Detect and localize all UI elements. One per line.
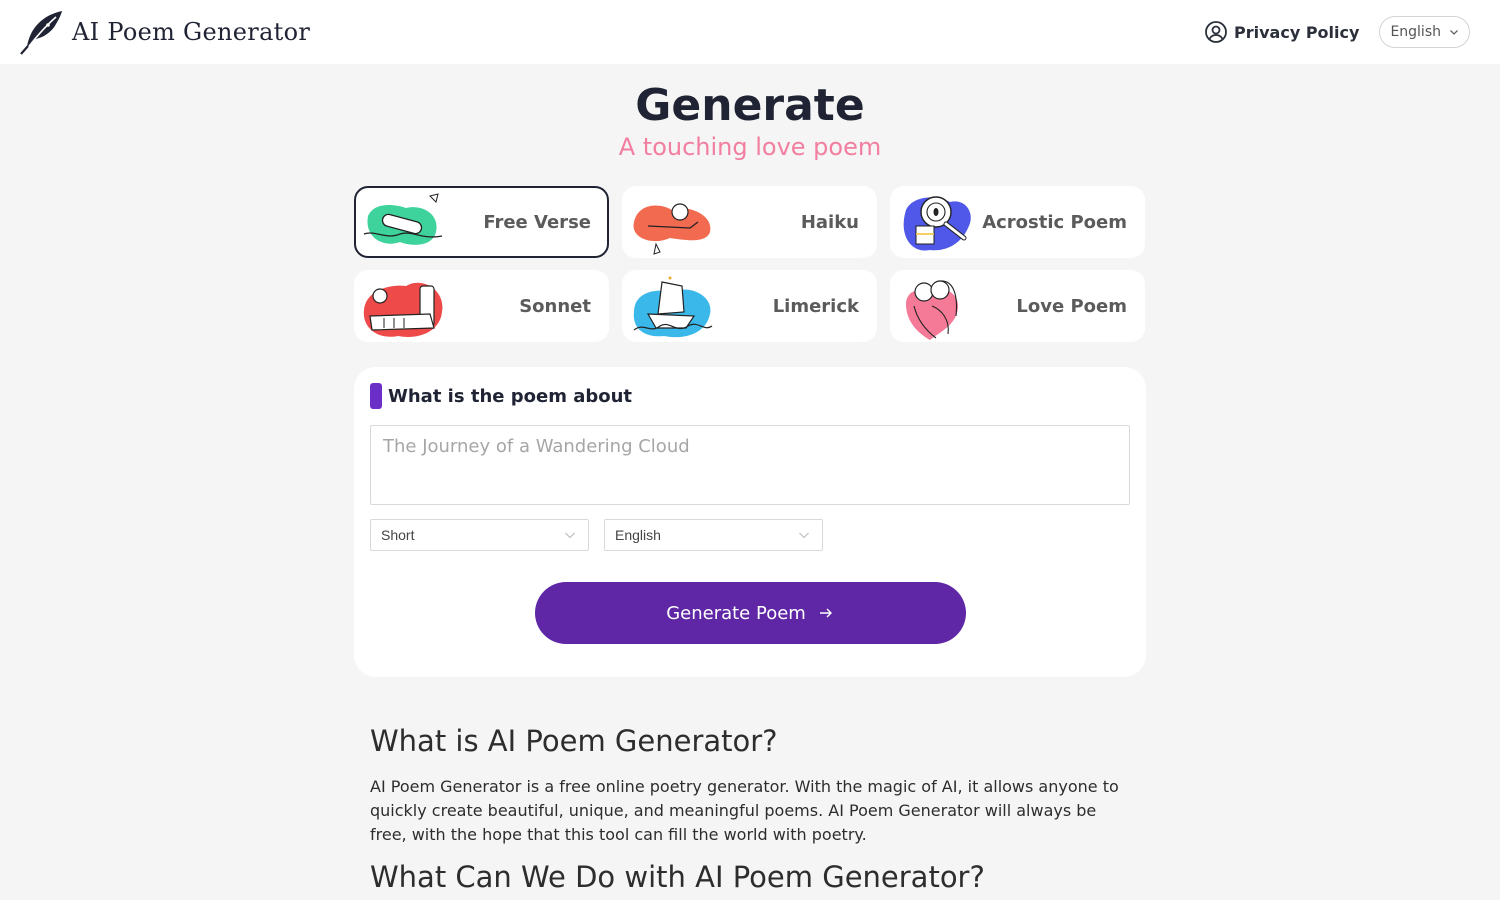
brand-name: AI Poem Generator — [72, 18, 311, 46]
couple-hugging-illustration — [906, 280, 958, 340]
poem-type-free-verse[interactable]: Free Verse — [354, 186, 609, 258]
generate-poem-label: Generate Poem — [666, 602, 806, 624]
form-title: What is the poem about — [370, 383, 1130, 409]
poem-type-label: Acrostic Poem — [982, 211, 1127, 233]
language-label: English — [1390, 24, 1441, 40]
page-subtitle: A touching love poem — [618, 133, 882, 161]
language-select-value: English — [615, 527, 661, 543]
poem-type-label: Love Poem — [1016, 295, 1127, 317]
about-section: What is AI Poem Generator? AI Poem Gener… — [354, 677, 1146, 897]
feather-quill-icon — [20, 11, 62, 55]
brand-link[interactable]: AI Poem Generator — [18, 8, 310, 56]
about-heading: What is AI Poem Generator? — [370, 724, 778, 758]
person-with-scroll-illustration — [363, 282, 443, 337]
hero: Generate A touching love poem — [354, 64, 1146, 162]
chevron-down-icon — [565, 532, 575, 539]
language-select[interactable]: English — [604, 519, 823, 551]
poem-type-grid: Free Verse Haiku Acrostic Poem Sonnet Li… — [354, 186, 1146, 342]
ship-on-waves-illustration — [633, 276, 713, 338]
chevron-down-icon — [1450, 30, 1458, 35]
magnifying-glass-illustration — [903, 196, 971, 251]
poem-type-sonnet[interactable]: Sonnet — [354, 270, 609, 342]
privacy-policy-link[interactable]: Privacy Policy — [1204, 20, 1359, 44]
length-select[interactable]: Short — [370, 519, 589, 551]
person-relaxing-illustration — [633, 203, 711, 255]
poem-type-label: Sonnet — [519, 295, 591, 317]
privacy-policy-label: Privacy Policy — [1234, 22, 1360, 42]
poem-type-label: Limerick — [772, 295, 859, 317]
title-accent-bar — [370, 383, 382, 409]
poem-type-limerick[interactable]: Limerick — [622, 270, 877, 342]
page-title: Generate — [635, 80, 865, 131]
poem-type-label: Free Verse — [483, 211, 591, 233]
poem-type-haiku[interactable]: Haiku — [622, 186, 877, 258]
poem-form: What is the poem about Short English Gen… — [354, 367, 1146, 677]
about-paragraph: AI Poem Generator is a free online poetr… — [370, 777, 1119, 844]
language-switcher[interactable]: English — [1379, 16, 1470, 48]
user-circle-icon — [1205, 21, 1227, 43]
form-title-text: What is the poem about — [388, 385, 633, 407]
top-header: AI Poem Generator Privacy Policy English — [0, 0, 1500, 64]
poem-type-acrostic-poem[interactable]: Acrostic Poem — [890, 186, 1145, 258]
poem-type-label: Haiku — [800, 211, 859, 233]
length-select-value: Short — [381, 527, 415, 543]
chevron-down-icon — [799, 532, 809, 539]
generate-poem-button[interactable]: Generate Poem — [534, 582, 966, 644]
main-content: Generate A touching love poem Free Verse… — [354, 64, 1146, 897]
arrow-right-icon — [819, 608, 832, 618]
poem-type-love-poem[interactable]: Love Poem — [890, 270, 1145, 342]
bottle-in-sea-illustration — [363, 193, 443, 245]
uses-heading: What Can We Do with AI Poem Generator? — [370, 860, 985, 894]
poem-topic-input[interactable] — [370, 425, 1130, 505]
